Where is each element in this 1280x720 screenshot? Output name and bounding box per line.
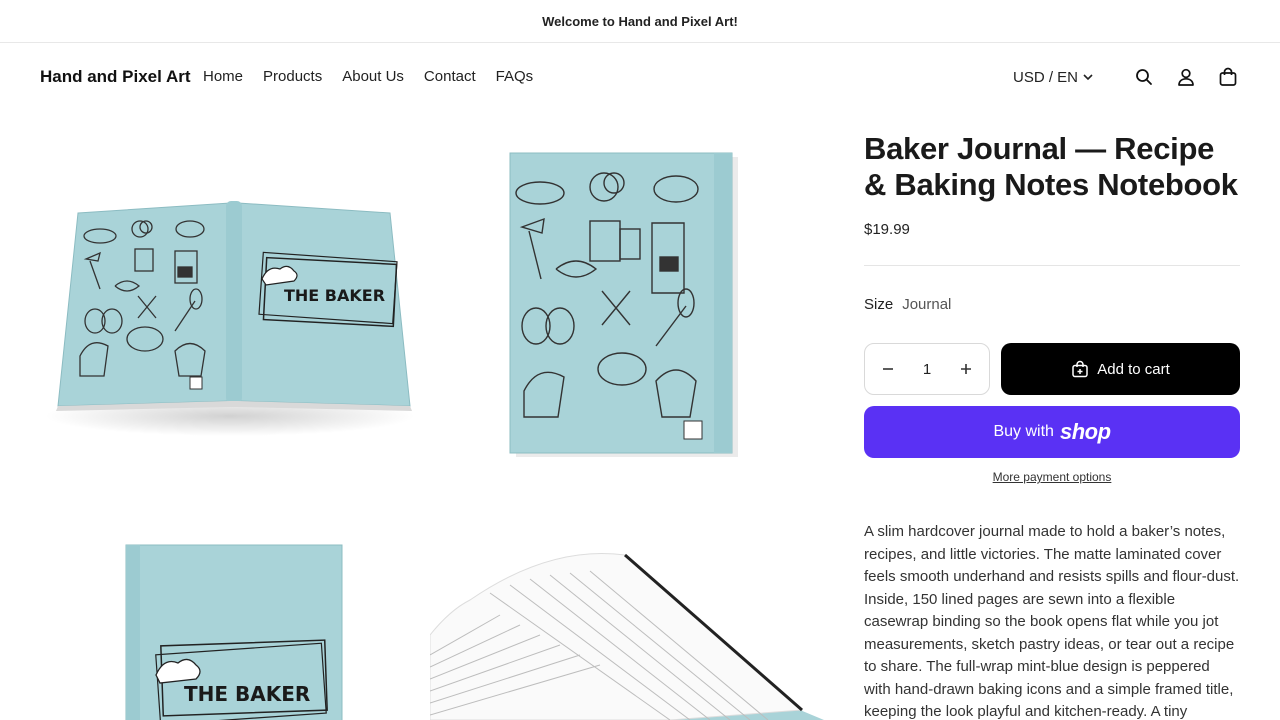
header-actions: USD / EN [1013,65,1240,89]
journal-lined-illustration [430,552,824,720]
nav-home[interactable]: Home [203,68,243,85]
size-label: Size [864,296,894,313]
product-price: $19.99 [864,221,910,238]
nav-about-us[interactable]: About Us [342,68,404,85]
main-nav: Home Products About Us Contact FAQs [203,68,533,85]
cart-bag-icon[interactable] [1216,65,1240,89]
add-to-cart-button[interactable]: Add to cart [1001,343,1240,395]
quantity-input[interactable] [907,360,947,378]
nav-faqs[interactable]: FAQs [496,68,534,85]
quantity-stepper [864,343,990,395]
purchase-row: Add to cart [864,343,1240,395]
more-payment-options-link[interactable]: More payment options [864,470,1240,484]
product-info: Baker Journal — Recipe & Baking Notes No… [864,131,1240,720]
announcement-text: Welcome to Hand and Pixel Art! [542,13,738,29]
product-description: A slim hardcover journal made to hold a … [864,523,1240,720]
quantity-decrease-button[interactable] [879,360,897,378]
front-cover-title: THE BAKER [184,682,310,706]
quantity-increase-button[interactable] [957,360,975,378]
size-value: Journal [902,296,952,313]
buy-with-shop-button[interactable]: Buy with shop [864,406,1240,458]
spread-cover-title: THE BAKER [284,286,385,305]
site-header: Hand and Pixel Art Home Products About U… [0,43,1280,111]
cart-plus-icon [1072,360,1088,378]
journal-front-illustration: THE BAKER [125,544,343,720]
locale-label: USD / EN [1012,68,1078,86]
nav-contact[interactable]: Contact [424,68,476,85]
shop-pay-logo: shop [1059,419,1111,444]
gallery-image-back-cover[interactable] [444,131,824,491]
account-icon[interactable] [1174,65,1198,89]
gallery-image-lined-pages[interactable] [430,515,824,720]
product-title: Baker Journal — Recipe & Baking Notes No… [864,131,1238,202]
add-to-cart-label: Add to cart [1097,360,1170,378]
plus-icon [961,364,971,374]
journal-spread-illustration: THE BAKER [45,201,415,436]
size-option: Size Journal [864,296,1240,313]
site-logo[interactable]: Hand and Pixel Art [40,67,191,87]
search-icon[interactable] [1132,65,1156,89]
product-gallery: THE BAKER THE BAKER [40,131,824,720]
chevron-down-icon [1083,74,1093,81]
journal-back-illustration [509,152,738,457]
nav-products[interactable]: Products [263,68,322,85]
gallery-image-front-cover[interactable]: THE BAKER [40,515,420,720]
divider [864,265,1240,266]
locale-selector[interactable]: USD / EN [1013,69,1094,86]
announcement-bar: Welcome to Hand and Pixel Art! [0,0,1280,43]
minus-icon [883,368,893,370]
buy-with-label: Buy with [993,423,1054,440]
gallery-image-open-spread[interactable]: THE BAKER [40,131,420,491]
